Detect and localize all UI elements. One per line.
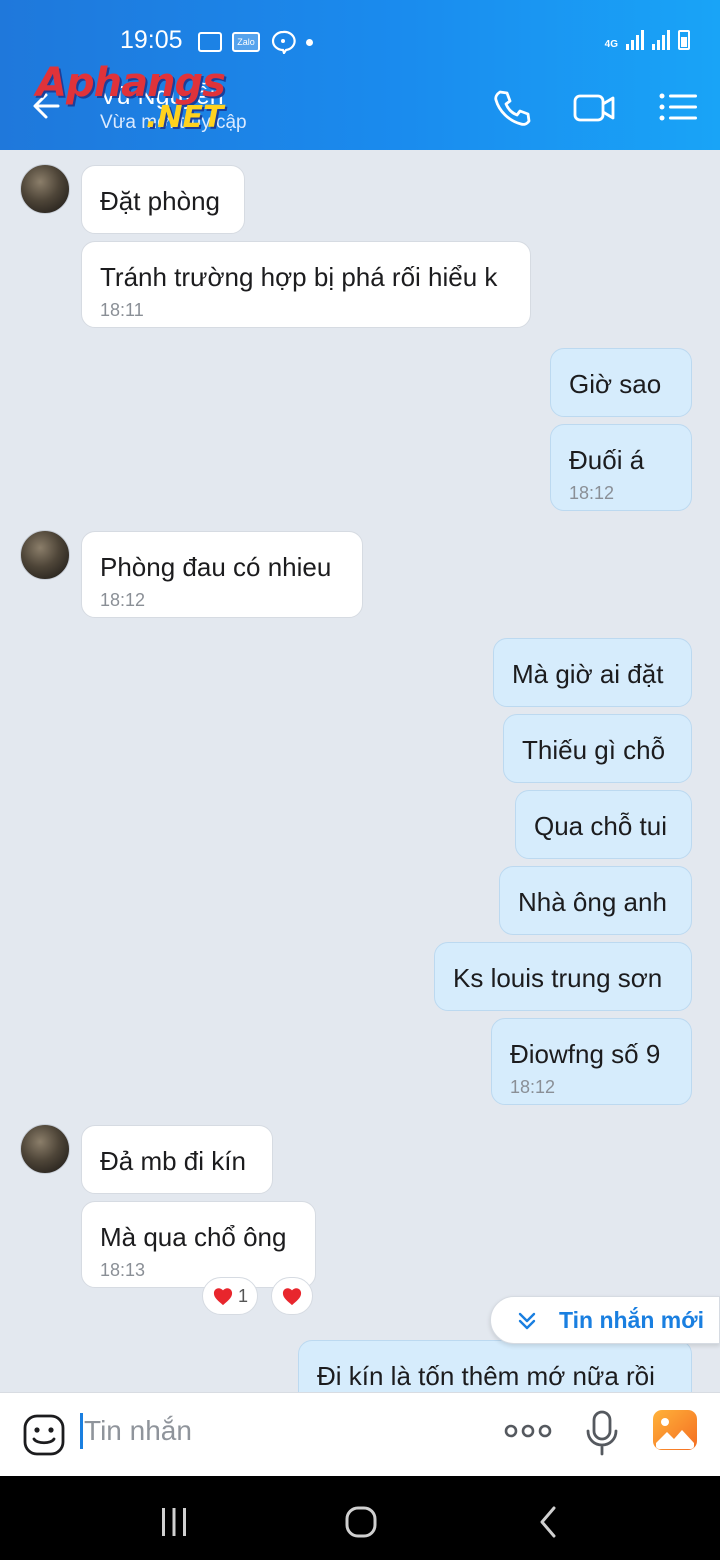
signal-icon-2	[652, 30, 670, 50]
status-time: 19:05	[120, 26, 183, 54]
react-button[interactable]	[271, 1277, 313, 1315]
heart-icon	[213, 1288, 233, 1306]
composer-bar	[0, 1392, 720, 1476]
heart-icon	[282, 1288, 302, 1306]
message-time: 18:12	[510, 1077, 556, 1097]
message-bubble[interactable]: Đuối á 18:12	[550, 424, 692, 511]
more-options-icon[interactable]	[504, 1421, 552, 1441]
message-bubble[interactable]: Đặt phòng	[81, 165, 245, 234]
message-text: Qua chỗ tui	[534, 811, 667, 841]
message-bubble[interactable]: Ks louis trung sơn	[434, 942, 692, 1011]
message-bubble[interactable]: Mà qua chổ ông 18:13	[81, 1201, 316, 1288]
microphone-icon[interactable]	[584, 1409, 620, 1457]
message-text: Ks louis trung sơn	[453, 963, 663, 993]
chat-header: 19:05 Zalo 4G Vũ Nguyễn Vừa mới truy cập…	[0, 0, 720, 150]
battery-icon	[678, 30, 690, 50]
avatar[interactable]	[20, 164, 70, 214]
message-time: 18:11	[100, 300, 144, 320]
message-bubble[interactable]: Thiếu gì chỗ	[503, 714, 692, 783]
text-cursor	[80, 1413, 83, 1449]
message-bubble[interactable]: Phòng đau có nhieu 18:12	[81, 531, 363, 618]
reaction-count: 1	[237, 1285, 248, 1306]
message-text: Đặt phòng	[100, 186, 220, 216]
emoji-icon[interactable]	[22, 1413, 66, 1457]
message-bubble[interactable]: Giờ sao	[550, 348, 692, 417]
signal-icon	[626, 30, 644, 50]
new-messages-label: Tin nhắn mới	[559, 1307, 704, 1333]
system-nav-bar	[0, 1476, 720, 1560]
home-icon[interactable]	[341, 1502, 381, 1542]
network-type-label: 4G	[604, 39, 618, 50]
video-call-icon[interactable]	[572, 86, 616, 130]
message-text: Điowfng số 9	[510, 1039, 661, 1069]
message-text: Nhà ông anh	[518, 887, 667, 917]
more-notifications-dot	[306, 38, 313, 46]
message-input[interactable]	[84, 1411, 464, 1451]
watermark-sub: .NET	[146, 100, 224, 135]
message-bubble[interactable]: Nhà ông anh	[499, 866, 692, 935]
message-text: Phòng đau có nhieu	[100, 552, 332, 582]
message-text: Đuối á	[569, 445, 645, 475]
notification-icons: Zalo	[198, 30, 313, 54]
message-text: Tránh trường hợp bị phá rối hiểu k	[100, 262, 498, 292]
message-text: Thiếu gì chỗ	[522, 735, 666, 765]
double-chevron-down-icon	[518, 1312, 536, 1330]
message-text: Giờ sao	[569, 369, 662, 399]
back-icon[interactable]	[530, 1502, 570, 1542]
message-text: Đi kín là tốn thêm mớ nữa rồi	[317, 1361, 655, 1391]
phone-icon[interactable]	[490, 86, 534, 130]
message-text: Đả mb đi kín	[100, 1146, 246, 1176]
image-picker-icon[interactable]	[652, 1409, 698, 1451]
status-bar: 19:05 Zalo 4G	[0, 0, 720, 64]
message-time: 18:12	[569, 483, 615, 503]
watermark-logo: Aphangs .NET	[36, 60, 226, 135]
zalo-notification-icon: Zalo	[232, 32, 260, 52]
message-bubble[interactable]: Tránh trường hợp bị phá rối hiểu k 18:11	[81, 241, 531, 328]
message-bubble[interactable]: Đả mb đi kín	[81, 1125, 273, 1194]
avatar[interactable]	[20, 1124, 70, 1174]
system-status-icons: 4G	[605, 30, 690, 50]
messenger-notification-icon	[271, 30, 296, 54]
new-messages-button[interactable]: Tin nhắn mới	[490, 1296, 720, 1344]
message-text: Mà qua chổ ông	[100, 1222, 287, 1252]
menu-icon[interactable]	[656, 86, 700, 130]
message-bubble[interactable]: Điowfng số 9 18:12	[491, 1018, 692, 1105]
avatar[interactable]	[20, 530, 70, 580]
message-bubble[interactable]: Mà giờ ai đặt	[493, 638, 692, 707]
gallery-notification-icon	[198, 32, 222, 52]
message-bubble[interactable]: Qua chỗ tui	[515, 790, 692, 859]
message-time: 18:13	[100, 1260, 146, 1280]
message-time: 18:12	[100, 590, 146, 610]
recent-apps-icon[interactable]	[154, 1502, 194, 1542]
message-bubble[interactable]: Đi kín là tốn thêm mớ nữa rồi	[298, 1340, 692, 1400]
message-text: Mà giờ ai đặt	[512, 659, 664, 689]
reaction-summary[interactable]: 1	[202, 1277, 258, 1315]
